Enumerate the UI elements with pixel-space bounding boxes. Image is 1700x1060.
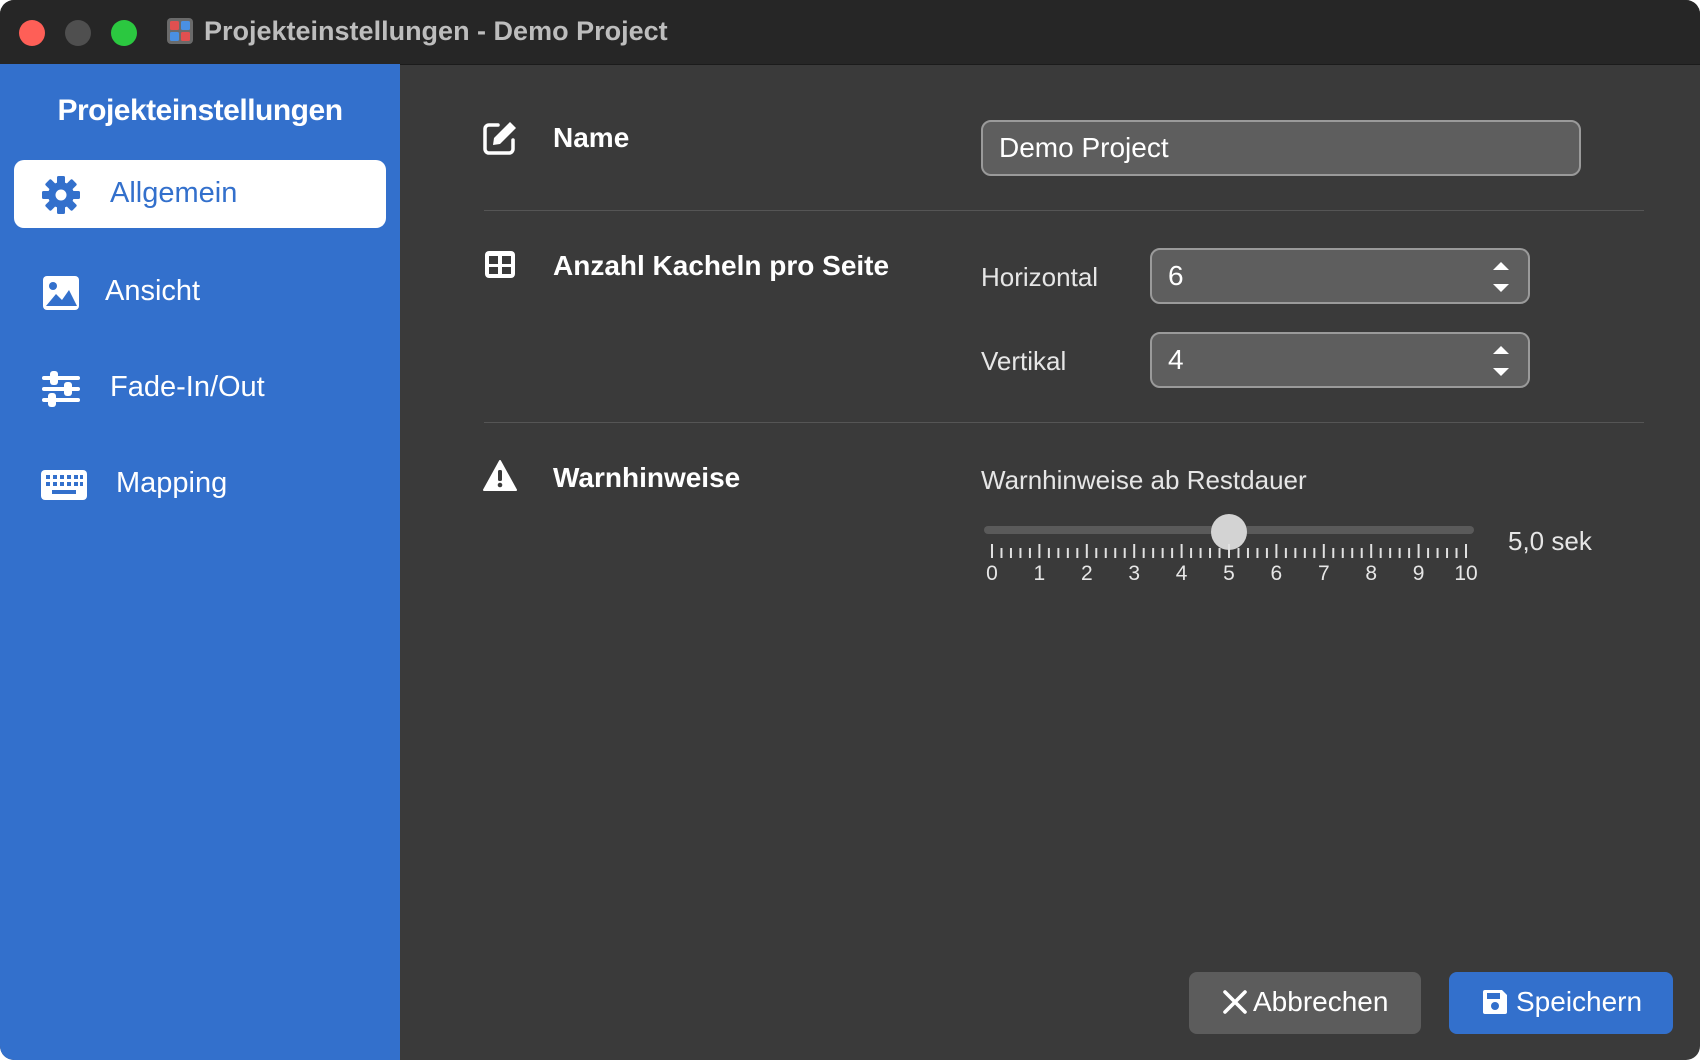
warnings-label: Warnhinweise [553, 462, 741, 493]
tick-label: 1 [1033, 562, 1046, 585]
sidebar-item-mapping[interactable]: Mapping [14, 450, 386, 518]
close-window-button[interactable] [19, 20, 45, 46]
cancel-button[interactable]: Abbrechen [1189, 972, 1421, 1034]
slider-ticks [991, 544, 1467, 558]
title-bar: Projekteinstellungen - Demo Project [0, 0, 1700, 65]
settings-content: Name Anzahl Kacheln pro Seite Horizontal… [400, 64, 1700, 1060]
window-title: Projekteinstellungen - Demo Project [204, 16, 668, 46]
app-icon [167, 18, 193, 44]
sidebar-title: Projekteinstellungen [57, 94, 343, 127]
vertical-value: 4 [1168, 344, 1184, 375]
tick-label: 9 [1412, 562, 1425, 585]
tick-label: 2 [1080, 562, 1093, 585]
tick-label: 5 [1223, 562, 1235, 585]
sliders-icon [42, 371, 80, 407]
tick-label: 8 [1365, 562, 1378, 585]
sidebar-item-allgemein[interactable]: Allgemein [14, 160, 386, 228]
name-label: Name [553, 122, 630, 153]
warnings-slider-label: Warnhinweise ab Restdauer [981, 465, 1307, 495]
minimize-window-button[interactable] [65, 20, 91, 46]
spinner-arrows-icon[interactable] [1490, 342, 1512, 380]
edit-icon [483, 122, 516, 155]
horizontal-value: 6 [1168, 260, 1184, 291]
keyboard-icon [41, 470, 87, 500]
divider [484, 422, 1644, 423]
sidebar-item-label: Allgemein [110, 177, 238, 209]
horizontal-label: Horizontal [981, 262, 1099, 292]
warnings-value: 5,0 sek [1508, 526, 1592, 556]
spinner-arrows-icon[interactable] [1490, 258, 1512, 296]
tick-label: 4 [1175, 562, 1188, 585]
tiles-label: Anzahl Kacheln pro Seite [553, 250, 890, 281]
vertical-spinner[interactable]: 4 [1150, 332, 1530, 388]
divider [484, 210, 1644, 211]
grid-icon [485, 251, 515, 278]
tick-label: 3 [1128, 562, 1141, 585]
gear-icon [42, 176, 80, 214]
sidebar-item-label: Ansicht [105, 275, 201, 307]
warning-icon [483, 460, 517, 491]
tick-label: 6 [1270, 562, 1283, 585]
save-button[interactable]: Speichern [1449, 972, 1673, 1034]
sidebar-item-ansicht[interactable]: Ansicht [14, 258, 386, 326]
floppy-disk-icon [1483, 990, 1507, 1014]
tick-label: 0 [986, 562, 998, 585]
tick-label: 10 [1454, 562, 1478, 585]
sidebar: Projekteinstellungen Allgemein Ansicht F… [0, 64, 400, 1060]
sidebar-item-fade-in-out[interactable]: Fade-In/Out [14, 354, 386, 422]
save-label: Speichern [1516, 986, 1643, 1017]
settings-window: Projekteinstellungen - Demo Project Proj… [0, 0, 1700, 1060]
project-name-input[interactable] [981, 120, 1581, 176]
sidebar-item-label: Fade-In/Out [110, 371, 265, 403]
sidebar-item-label: Mapping [116, 467, 228, 499]
close-icon [1223, 990, 1247, 1014]
vertical-label: Vertikal [981, 346, 1067, 376]
cancel-label: Abbrechen [1253, 986, 1389, 1017]
tick-label: 7 [1317, 562, 1330, 585]
zoom-window-button[interactable] [111, 20, 137, 46]
image-icon [43, 276, 79, 310]
horizontal-spinner[interactable]: 6 [1150, 248, 1530, 304]
